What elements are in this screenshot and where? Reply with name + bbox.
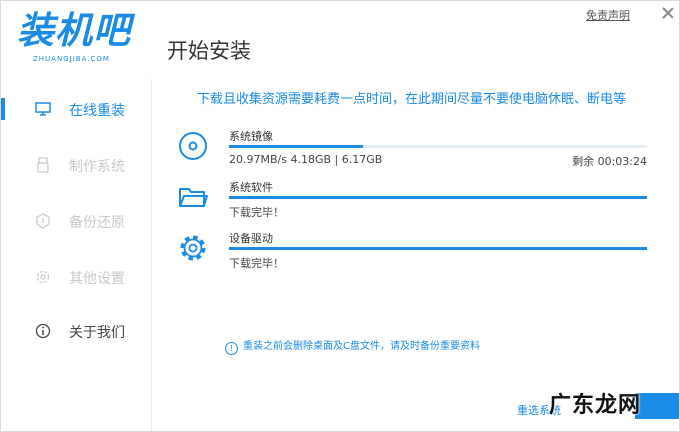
warning-message: ! 重装之前会删除桌面及C盘文件，请及时备份重要资料 (225, 337, 480, 355)
task-device-drivers: 设备驱动 下载完毕！ (177, 230, 657, 278)
watermark: 广东龙网 (549, 393, 642, 418)
sidebar-item-backup-restore[interactable]: 备份还原 (1, 201, 151, 241)
logo: 装机吧 ZHUANGJIBA.COM (17, 9, 147, 69)
warning-text: 重装之前会删除桌面及C盘文件，请及时备份重要资料 (243, 341, 480, 352)
task-system-image: 系统镜像 20.97MB/s 4.18GB | 6.17GB 剩余 00:03:… (177, 128, 657, 176)
sidebar-item-label: 关于我们 (69, 325, 125, 341)
gear-icon (180, 235, 206, 261)
active-indicator (1, 98, 5, 120)
page-title: 开始安装 (167, 39, 251, 63)
progress-track (229, 247, 647, 250)
download-notice: 下载且收集资源需要耗费一点时间，在此期间尽量不要使电脑休眠、断电等 (197, 92, 627, 107)
progress-fill (229, 196, 647, 199)
sidebar: 在线重装 制作系统 备份还原 其他设置 关于我们 (1, 79, 151, 379)
restore-icon (36, 213, 50, 229)
progress-track (229, 145, 647, 148)
sidebar-item-other-settings[interactable]: 其他设置 (1, 257, 151, 297)
disclaimer-link[interactable]: 免责声明 (586, 7, 630, 23)
task-system-software: 系统软件 下载完毕！ (177, 179, 657, 227)
gear-icon (36, 270, 50, 284)
info-icon (35, 323, 51, 339)
task-name: 系统软件 (229, 181, 273, 194)
info-icon: ! (225, 342, 238, 355)
logo-subtext: ZHUANGJIBA.COM (33, 55, 110, 63)
task-status: 下载完毕！ (229, 257, 284, 270)
folder-icon (179, 188, 208, 207)
disc-icon (179, 132, 207, 160)
sidebar-divider (151, 79, 152, 431)
installer-window: 装机吧 ZHUANGJIBA.COM 开始安装 免责声明 在线重装 制作系统 备… (0, 0, 680, 432)
sidebar-item-label: 制作系统 (69, 159, 125, 175)
progress-fill (229, 145, 363, 148)
task-name: 设备驱动 (229, 232, 273, 245)
progress-fill (229, 247, 647, 250)
sidebar-item-online-reinstall[interactable]: 在线重装 (1, 89, 151, 129)
next-button[interactable] (635, 393, 679, 419)
task-status: 20.97MB/s 4.18GB | 6.17GB (229, 153, 383, 166)
sidebar-item-label: 备份还原 (69, 215, 125, 231)
sidebar-item-label: 其他设置 (69, 271, 125, 287)
close-icon[interactable] (660, 5, 676, 21)
monitor-icon (35, 102, 51, 116)
sidebar-item-about[interactable]: 关于我们 (1, 311, 151, 351)
task-name: 系统镜像 (229, 130, 273, 143)
progress-track (229, 196, 647, 199)
sidebar-item-make-system[interactable]: 制作系统 (1, 145, 151, 185)
task-status: 下载完毕！ (229, 206, 284, 219)
usb-icon (37, 157, 49, 173)
sidebar-item-label: 在线重装 (69, 103, 125, 119)
logo-text: 装机吧 (17, 9, 131, 52)
time-remaining: 剩余 00:03:24 (572, 155, 647, 168)
